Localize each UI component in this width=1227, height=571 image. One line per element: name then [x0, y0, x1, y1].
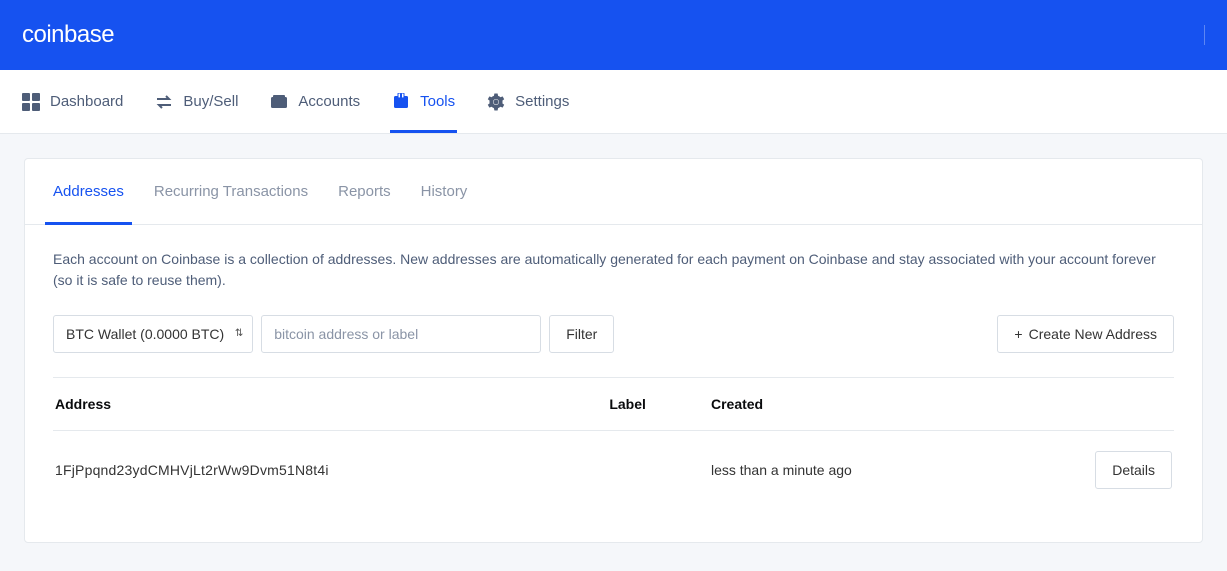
nav-label: Buy/Sell [183, 93, 238, 110]
transfer-icon [155, 93, 173, 111]
dashboard-icon [22, 93, 40, 111]
nav-label: Tools [420, 93, 455, 110]
cell-address: 1FjPpqnd23ydCMHVjLt2rWw9Dvm51N8t4i [53, 431, 601, 510]
filter-button[interactable]: Filter [549, 315, 614, 353]
nav-label: Accounts [298, 93, 360, 110]
tab-history[interactable]: History [421, 159, 468, 224]
horizontal-scrollbar[interactable] [29, 533, 1198, 534]
col-actions [1006, 378, 1174, 431]
col-address: Address [53, 378, 601, 431]
details-button[interactable]: Details [1095, 451, 1172, 489]
wallet-select-wrap: BTC Wallet (0.0000 BTC) ⇅ [53, 315, 253, 353]
filter-controls: BTC Wallet (0.0000 BTC) ⇅ Filter + Creat… [53, 315, 1174, 353]
tools-icon [392, 93, 410, 111]
header-divider [1204, 25, 1205, 45]
tab-addresses[interactable]: Addresses [53, 159, 124, 224]
gear-icon [487, 93, 505, 111]
tab-content: Each account on Coinbase is a collection… [25, 225, 1202, 533]
nav-dashboard[interactable]: Dashboard [22, 70, 123, 133]
nav-settings[interactable]: Settings [487, 70, 569, 133]
tab-reports[interactable]: Reports [338, 159, 391, 224]
cell-actions: Details [1006, 431, 1174, 510]
cell-label [601, 431, 703, 510]
nav-label: Dashboard [50, 93, 123, 110]
wallet-select[interactable]: BTC Wallet (0.0000 BTC) [53, 315, 253, 353]
addresses-panel: Addresses Recurring Transactions Reports… [24, 158, 1203, 543]
brand-logo: coinbase [22, 21, 114, 49]
sub-tabs: Addresses Recurring Transactions Reports… [25, 159, 1202, 225]
addresses-table: Address Label Created 1FjPpqnd23ydCMHVjL… [53, 377, 1174, 509]
app-header: coinbase [0, 0, 1227, 70]
col-created: Created [703, 378, 1006, 431]
col-label: Label [601, 378, 703, 431]
nav-label: Settings [515, 93, 569, 110]
table-header-row: Address Label Created [53, 378, 1174, 431]
page-content: Addresses Recurring Transactions Reports… [0, 134, 1227, 567]
plus-icon: + [1014, 326, 1022, 342]
nav-buysell[interactable]: Buy/Sell [155, 70, 238, 133]
nav-tools[interactable]: Tools [392, 70, 455, 133]
create-address-button[interactable]: + Create New Address [997, 315, 1174, 353]
addresses-description: Each account on Coinbase is a collection… [53, 249, 1174, 291]
tab-recurring-transactions[interactable]: Recurring Transactions [154, 159, 308, 224]
address-search-input[interactable] [261, 315, 541, 353]
top-nav: Dashboard Buy/Sell Accounts Tools Settin… [0, 70, 1227, 134]
cell-created: less than a minute ago [703, 431, 1006, 510]
table-row: 1FjPpqnd23ydCMHVjLt2rWw9Dvm51N8t4i less … [53, 431, 1174, 510]
create-label: Create New Address [1029, 326, 1157, 342]
wallet-icon [270, 93, 288, 111]
nav-accounts[interactable]: Accounts [270, 70, 360, 133]
